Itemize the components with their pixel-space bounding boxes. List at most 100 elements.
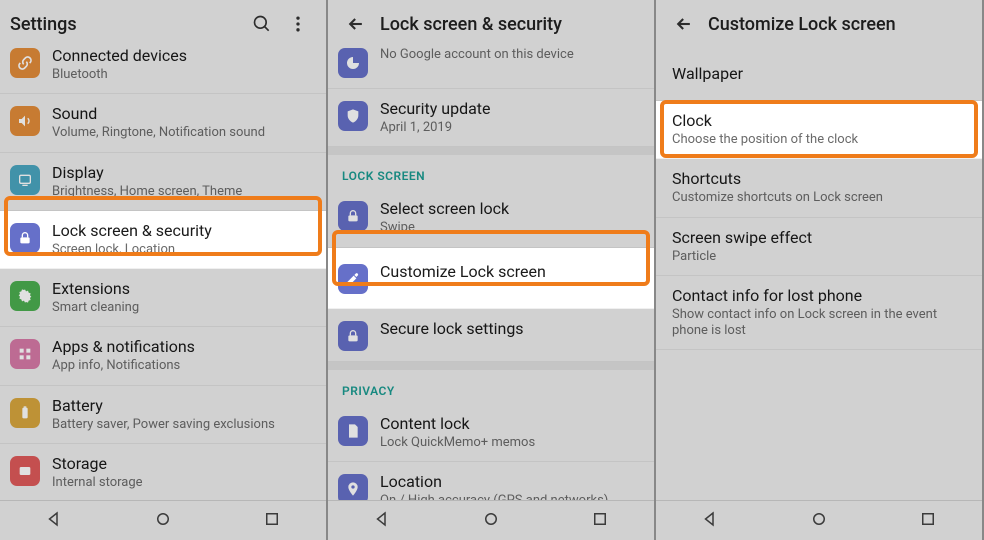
nav-back-icon[interactable] bbox=[45, 510, 63, 532]
item-label: Sound bbox=[52, 104, 312, 124]
item-content-lock[interactable]: Content lock Lock QuickMemo+ memos bbox=[328, 404, 654, 462]
item-sub: On / High accuracy (GPS and networks) bbox=[380, 493, 640, 500]
page-title: Lock screen & security bbox=[380, 14, 644, 35]
item-contact-info[interactable]: Contact info for lost phone Show contact… bbox=[656, 276, 982, 351]
header: Settings bbox=[0, 0, 326, 48]
item-sub: Smart cleaning bbox=[52, 300, 312, 316]
google-icon bbox=[338, 48, 368, 78]
back-icon[interactable] bbox=[338, 6, 374, 42]
item-label: Select screen lock bbox=[380, 199, 640, 219]
nav-back-icon[interactable] bbox=[701, 510, 719, 532]
item-sub: Battery saver, Power saving exclusions bbox=[52, 417, 312, 433]
item-location[interactable]: Location On / High accuracy (GPS and net… bbox=[328, 462, 654, 500]
nav-home-icon[interactable] bbox=[810, 510, 828, 532]
search-icon[interactable] bbox=[244, 6, 280, 42]
item-label: Screen swipe effect bbox=[672, 228, 968, 248]
document-icon bbox=[338, 416, 368, 446]
header: Lock screen & security bbox=[328, 0, 654, 48]
nav-bar bbox=[328, 500, 654, 540]
nav-bar bbox=[0, 500, 326, 540]
settings-item-lock-security[interactable]: Lock screen & security Screen lock, Loca… bbox=[0, 211, 326, 269]
item-label: Contact info for lost phone bbox=[672, 286, 968, 306]
display-icon bbox=[10, 165, 40, 195]
settings-item-display[interactable]: Display Brightness, Home screen, Theme bbox=[0, 153, 326, 211]
settings-list[interactable]: Connected devices Bluetooth Sound Volume… bbox=[0, 48, 326, 500]
item-secure-lock-settings[interactable]: Secure lock settings bbox=[328, 309, 654, 362]
item-label: Shortcuts bbox=[672, 169, 968, 189]
settings-item-connected-devices[interactable]: Connected devices Bluetooth bbox=[0, 48, 326, 94]
item-label: Security update bbox=[380, 99, 640, 119]
settings-item-extensions[interactable]: Extensions Smart cleaning bbox=[0, 269, 326, 327]
item-label: Lock screen & security bbox=[52, 221, 312, 241]
settings-item-sound[interactable]: Sound Volume, Ringtone, Notification sou… bbox=[0, 94, 326, 152]
item-label: Display bbox=[52, 163, 312, 183]
item-customize-lock-screen[interactable]: Customize Lock screen bbox=[328, 248, 654, 309]
item-label: Apps & notifications bbox=[52, 337, 312, 357]
item-label: Extensions bbox=[52, 279, 312, 299]
item-shortcuts[interactable]: Shortcuts Customize shortcuts on Lock sc… bbox=[656, 159, 982, 217]
lock-icon bbox=[338, 201, 368, 231]
lock-security-list[interactable]: No Google account on this device Securit… bbox=[328, 48, 654, 500]
item-label: Customize Lock screen bbox=[380, 262, 640, 282]
nav-recent-icon[interactable] bbox=[263, 510, 281, 532]
location-icon bbox=[338, 474, 368, 500]
shield-icon bbox=[338, 101, 368, 131]
item-select-screen-lock[interactable]: Select screen lock Swipe bbox=[328, 189, 654, 247]
nav-home-icon[interactable] bbox=[154, 510, 172, 532]
customize-lock-screen: Customize Lock screen Wallpaper Clock Ch… bbox=[656, 0, 984, 540]
item-sub: No Google account on this device bbox=[380, 48, 640, 63]
customize-list[interactable]: Wallpaper Clock Choose the position of t… bbox=[656, 48, 982, 500]
nav-recent-icon[interactable] bbox=[591, 510, 609, 532]
item-sub: Swipe bbox=[380, 220, 640, 236]
item-sub: Particle bbox=[672, 249, 968, 265]
item-sub: App info, Notifications bbox=[52, 358, 312, 374]
nav-recent-icon[interactable] bbox=[919, 510, 937, 532]
item-swipe-effect[interactable]: Screen swipe effect Particle bbox=[656, 218, 982, 276]
item-sub: Choose the position of the clock bbox=[672, 132, 968, 148]
item-sub: Lock QuickMemo+ memos bbox=[380, 435, 640, 451]
item-label: Connected devices bbox=[52, 48, 312, 66]
item-sub: Customize shortcuts on Lock screen bbox=[672, 190, 968, 206]
section-lock-screen: LOCK SCREEN bbox=[328, 155, 654, 189]
settings-item-battery[interactable]: Battery Battery saver, Power saving excl… bbox=[0, 386, 326, 444]
speaker-icon bbox=[10, 106, 40, 136]
battery-icon bbox=[10, 398, 40, 428]
apps-icon bbox=[10, 339, 40, 369]
lock-settings-icon bbox=[338, 321, 368, 351]
item-label: Content lock bbox=[380, 414, 640, 434]
item-sub: Internal storage bbox=[52, 475, 312, 491]
item-label: Wallpaper bbox=[672, 64, 968, 84]
item-google[interactable]: No Google account on this device bbox=[328, 48, 654, 89]
item-sub: Screen lock, Location bbox=[52, 242, 312, 258]
nav-back-icon[interactable] bbox=[373, 510, 391, 532]
section-privacy: PRIVACY bbox=[328, 370, 654, 404]
item-sub: Volume, Ringtone, Notification sound bbox=[52, 125, 312, 141]
item-security-update[interactable]: Security update April 1, 2019 bbox=[328, 89, 654, 147]
settings-item-apps[interactable]: Apps & notifications App info, Notificat… bbox=[0, 327, 326, 385]
more-icon[interactable] bbox=[280, 6, 316, 42]
item-sub: Brightness, Home screen, Theme bbox=[52, 184, 312, 200]
item-label: Secure lock settings bbox=[380, 319, 640, 339]
settings-screen: Settings Connected devices Bluetooth Sou… bbox=[0, 0, 328, 540]
item-wallpaper[interactable]: Wallpaper bbox=[656, 48, 982, 101]
page-title: Customize Lock screen bbox=[708, 14, 972, 35]
link-icon bbox=[10, 48, 40, 78]
page-title: Settings bbox=[10, 14, 244, 35]
item-sub: April 1, 2019 bbox=[380, 120, 640, 136]
item-label: Battery bbox=[52, 396, 312, 416]
back-icon[interactable] bbox=[666, 6, 702, 42]
header: Customize Lock screen bbox=[656, 0, 982, 48]
lock-security-screen: Lock screen & security No Google account… bbox=[328, 0, 656, 540]
lock-icon bbox=[10, 223, 40, 253]
item-label: Location bbox=[380, 472, 640, 492]
item-label: Clock bbox=[672, 111, 968, 131]
nav-bar bbox=[656, 500, 982, 540]
settings-item-storage[interactable]: Storage Internal storage bbox=[0, 444, 326, 500]
pencil-icon bbox=[338, 264, 368, 294]
item-sub: Bluetooth bbox=[52, 67, 312, 83]
item-clock[interactable]: Clock Choose the position of the clock bbox=[656, 101, 982, 159]
storage-icon bbox=[10, 456, 40, 486]
nav-home-icon[interactable] bbox=[482, 510, 500, 532]
item-label: Storage bbox=[52, 454, 312, 474]
item-sub: Show contact info on Lock screen in the … bbox=[672, 307, 968, 340]
